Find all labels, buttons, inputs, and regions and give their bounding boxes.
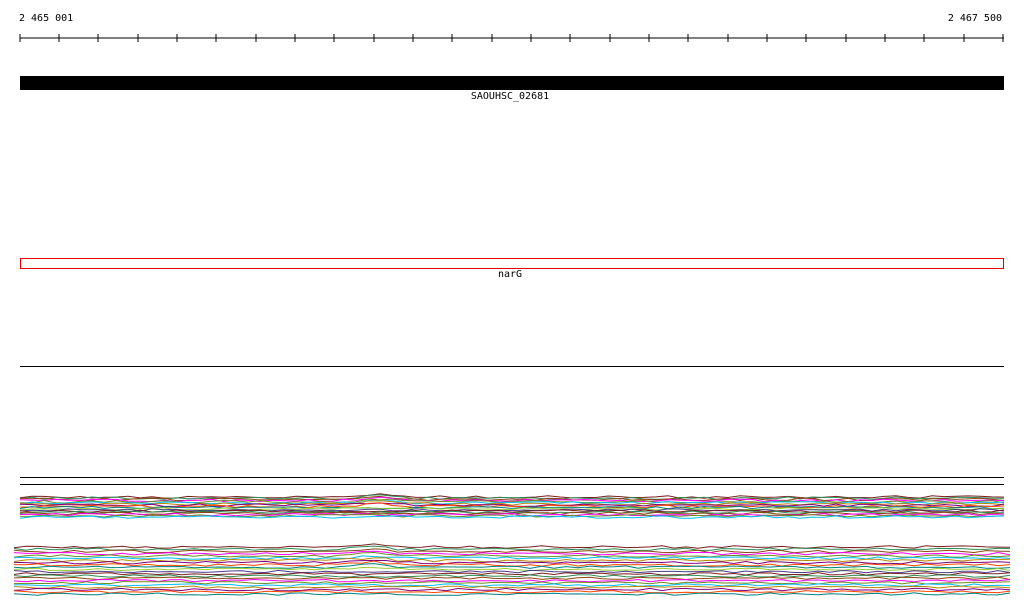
coverage-line bbox=[13, 583, 1011, 587]
coverage-line bbox=[13, 581, 1011, 585]
coverage-line bbox=[13, 566, 1011, 572]
coverage-line bbox=[13, 585, 1011, 590]
genome-viewer[interactable]: 2 465 001 2 467 500 SAOUHSC_02681 narG bbox=[0, 0, 1024, 611]
coverage-track-group-upper bbox=[19, 493, 1005, 519]
coverage-line bbox=[13, 543, 1011, 549]
coverage-line bbox=[13, 587, 1011, 592]
coverage-tracks bbox=[13, 493, 1011, 596]
coverage-track-group-lower bbox=[13, 543, 1011, 596]
coverage-line bbox=[13, 569, 1011, 574]
coverage-line bbox=[13, 576, 1011, 581]
coverage-line bbox=[13, 590, 1011, 594]
coverage-line bbox=[13, 572, 1011, 576]
